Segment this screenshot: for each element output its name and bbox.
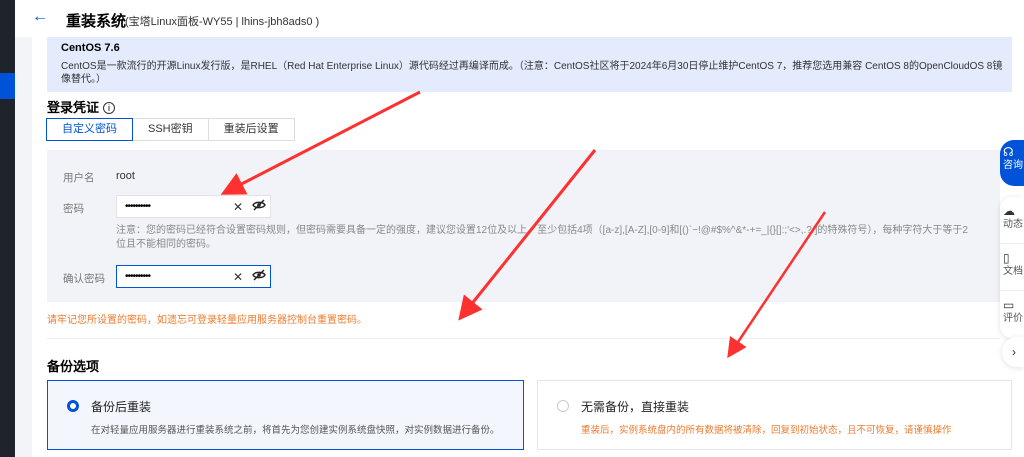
clear-icon[interactable]: ✕ xyxy=(228,200,248,214)
headset-icon: ☊ xyxy=(1003,145,1014,159)
option-desc: 重装后，实例系统盘内的所有数据将被清除，回复到初始状态，且不可恢复，请谨慎操作 xyxy=(581,425,952,436)
backup-option-backup-first[interactable]: 备份后重装 在对轻量应用服务器进行重装系统之前，将首先为您创建实例系统盘快照，对… xyxy=(47,380,524,450)
credential-tabs: 自定义密码 SSH密钥 重装后设置 xyxy=(46,118,295,141)
consult-button[interactable]: ☊ 咨询 xyxy=(1000,140,1024,186)
credentials-title: 登录凭证 i xyxy=(47,97,116,116)
password-label: 密码 xyxy=(63,203,84,215)
password-value: •••••••••• xyxy=(125,201,151,212)
sidebar-active-item[interactable] xyxy=(0,73,15,99)
confirm-password-input[interactable]: •••••••••• ✕ xyxy=(116,265,271,288)
float-item-label: 评价 xyxy=(1003,313,1023,324)
image-info-box: CentOS 7.6 CentOS是一款流行的开源Linux发行版，是RHEL（… xyxy=(47,37,1012,92)
eye-off-icon[interactable] xyxy=(248,199,270,214)
left-sidebar xyxy=(0,0,15,457)
backup-title: 备份选项 xyxy=(47,359,100,374)
eye-off-icon[interactable] xyxy=(248,269,270,284)
consult-label: 咨询 xyxy=(1003,160,1023,171)
confirm-password-value: •••••••••• xyxy=(125,271,151,282)
arrow-left-icon[interactable]: ← xyxy=(32,8,48,26)
tab-ssh-key[interactable]: SSH密钥 xyxy=(132,118,209,141)
radio-selected[interactable] xyxy=(67,400,79,412)
image-description: CentOS是一款流行的开源Linux发行版，是RHEL（Red Hat Ent… xyxy=(61,61,1003,85)
tab-post-reinstall-settings[interactable]: 重装后设置 xyxy=(207,118,295,141)
page-subtitle: (宝塔Linux面板-WY55 | lhins-jbh8ads0 ) xyxy=(125,16,320,28)
header: ← 重装系统 (宝塔Linux面板-WY55 | lhins-jbh8ads0 … xyxy=(15,0,1024,37)
feedback-icon: ▭ xyxy=(1003,298,1015,312)
confirm-password-label: 确认密码 xyxy=(63,273,105,285)
float-item-label: 动态 xyxy=(1003,219,1023,230)
float-item-updates[interactable]: ☁ 动态 xyxy=(1000,197,1024,244)
username-label: 用户名 xyxy=(63,172,95,184)
float-item-label: 文档 xyxy=(1003,266,1023,277)
password-warning: 请牢记您所设置的密码，如遗忘可登录轻量应用服务器控制台重置密码。 xyxy=(47,315,367,326)
credentials-form: 用户名 root 密码 •••••••••• ✕ 注意：您的密码已经符合设置密码… xyxy=(47,150,1000,302)
float-item-docs[interactable]: ▯ 文档 xyxy=(1000,244,1024,291)
image-name: CentOS 7.6 xyxy=(61,42,120,54)
page-title: 重装系统 xyxy=(66,13,127,30)
password-strength-note: 注意：您的密码已经符合设置密码规则，但密码需要具备一定的强度，建议您设置12位及… xyxy=(116,225,968,250)
option-title: 无需备份，直接重装 xyxy=(581,400,690,414)
float-item-feedback[interactable]: ▭ 评价 xyxy=(1000,291,1024,338)
credentials-title-text: 登录凭证 xyxy=(47,100,100,115)
option-desc: 在对轻量应用服务器进行重装系统之前，将首先为您创建实例系统盘快照，对实例数据进行… xyxy=(91,425,500,436)
radio-unselected[interactable] xyxy=(557,400,569,412)
cloud-icon: ☁ xyxy=(1003,204,1015,218)
tab-custom-password[interactable]: 自定义密码 xyxy=(46,118,133,141)
float-toolbar: ☁ 动态 ▯ 文档 ▭ 评价 xyxy=(1000,197,1024,338)
username-value: root xyxy=(116,170,135,182)
option-title: 备份后重装 xyxy=(91,400,152,414)
clear-icon[interactable]: ✕ xyxy=(228,270,248,284)
expand-button[interactable]: › xyxy=(1002,337,1024,367)
password-input[interactable]: •••••••••• ✕ xyxy=(116,195,271,218)
book-icon: ▯ xyxy=(1003,251,1010,265)
info-icon[interactable]: i xyxy=(103,102,116,114)
divider xyxy=(47,338,1000,339)
backup-option-no-backup[interactable]: 无需备份，直接重装 重装后，实例系统盘内的所有数据将被清除，回复到初始状态，且不… xyxy=(537,380,1012,450)
